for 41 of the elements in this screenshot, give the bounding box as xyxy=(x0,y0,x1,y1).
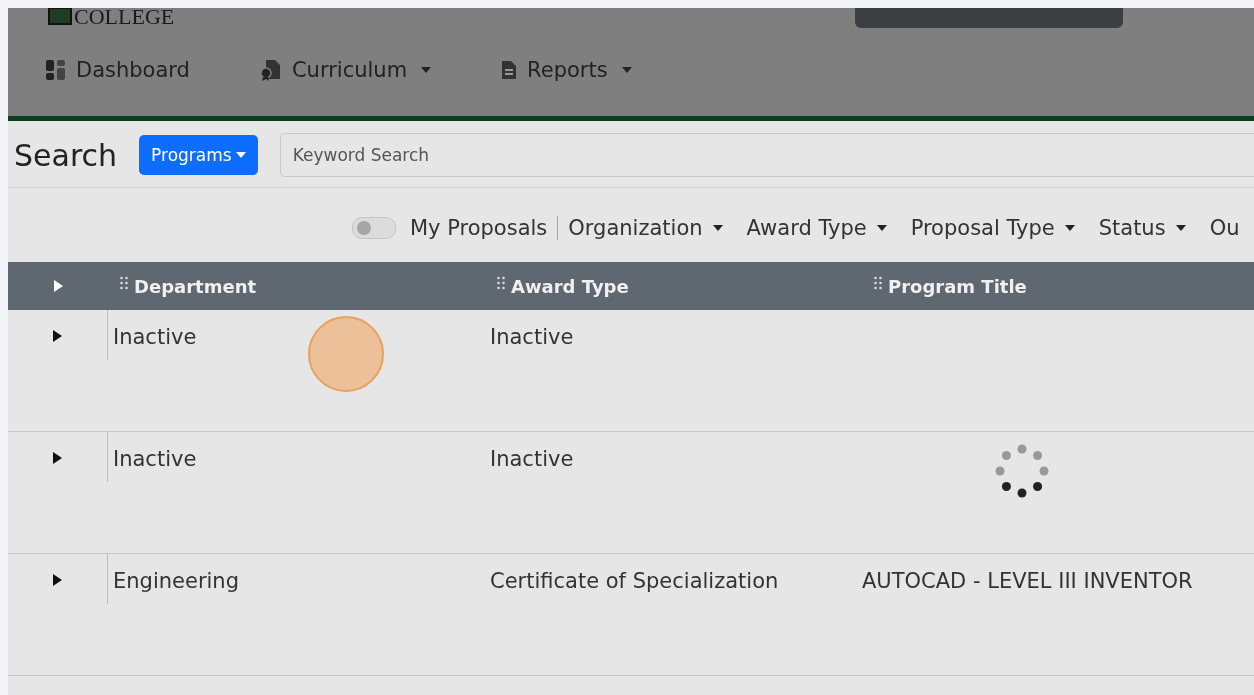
filter-dropdown[interactable]: Proposal Type xyxy=(900,216,1075,240)
caret-icon xyxy=(235,152,246,158)
column-header[interactable]: Program Title xyxy=(888,275,1027,297)
column-header[interactable]: Department xyxy=(134,275,257,297)
filter-dropdown[interactable]: Organization xyxy=(558,216,723,240)
document-icon xyxy=(501,60,518,80)
drag-handle-icon[interactable] xyxy=(497,275,505,290)
certificate-icon xyxy=(259,59,282,81)
table-cell-text: Certificate of Specialization xyxy=(489,568,780,593)
caret-icon xyxy=(421,67,432,73)
nav-link[interactable]: Reports xyxy=(501,58,632,82)
drag-handle-icon[interactable] xyxy=(874,275,882,290)
page-title: Search xyxy=(14,137,118,173)
logo-text: COLLEGE xyxy=(74,8,175,28)
my-proposals-label: My Proposals xyxy=(410,216,559,240)
nav-link[interactable]: Curriculum xyxy=(259,58,432,82)
caret-icon xyxy=(876,225,887,231)
expand-icon[interactable] xyxy=(53,574,62,586)
table-cell-text: Engineering xyxy=(112,568,240,593)
expand-icon[interactable] xyxy=(53,452,62,464)
table-cell-text: Inactive xyxy=(489,324,575,349)
filter-dropdown[interactable]: Status xyxy=(1088,216,1186,240)
table-cell-text: Inactive xyxy=(489,446,575,471)
drag-handle-icon[interactable] xyxy=(120,275,128,290)
table-cell-text: Inactive xyxy=(112,324,198,349)
filter-dropdown[interactable]: Ou xyxy=(1199,216,1240,240)
caret-icon xyxy=(621,67,632,73)
table-cell: AUTOCAD - LEVEL III INVENTOR xyxy=(862,569,1193,593)
programs-dropdown-button[interactable]: Programs xyxy=(139,135,258,175)
caret-icon xyxy=(1064,225,1075,231)
toggle-switch[interactable] xyxy=(352,217,396,239)
dashboard-icon xyxy=(46,60,66,80)
table-cell-text: Inactive xyxy=(112,446,198,471)
keyword-search-field[interactable]: Keyword Search xyxy=(279,133,1254,177)
caret-icon xyxy=(712,225,723,231)
column-header[interactable]: Award Type xyxy=(511,275,629,297)
filter-dropdown[interactable]: Award Type xyxy=(736,216,887,240)
expand-icon[interactable] xyxy=(53,330,62,342)
logo-icon xyxy=(48,8,72,25)
nav-link[interactable]: Dashboard xyxy=(46,58,190,82)
caret-icon xyxy=(1175,225,1186,231)
